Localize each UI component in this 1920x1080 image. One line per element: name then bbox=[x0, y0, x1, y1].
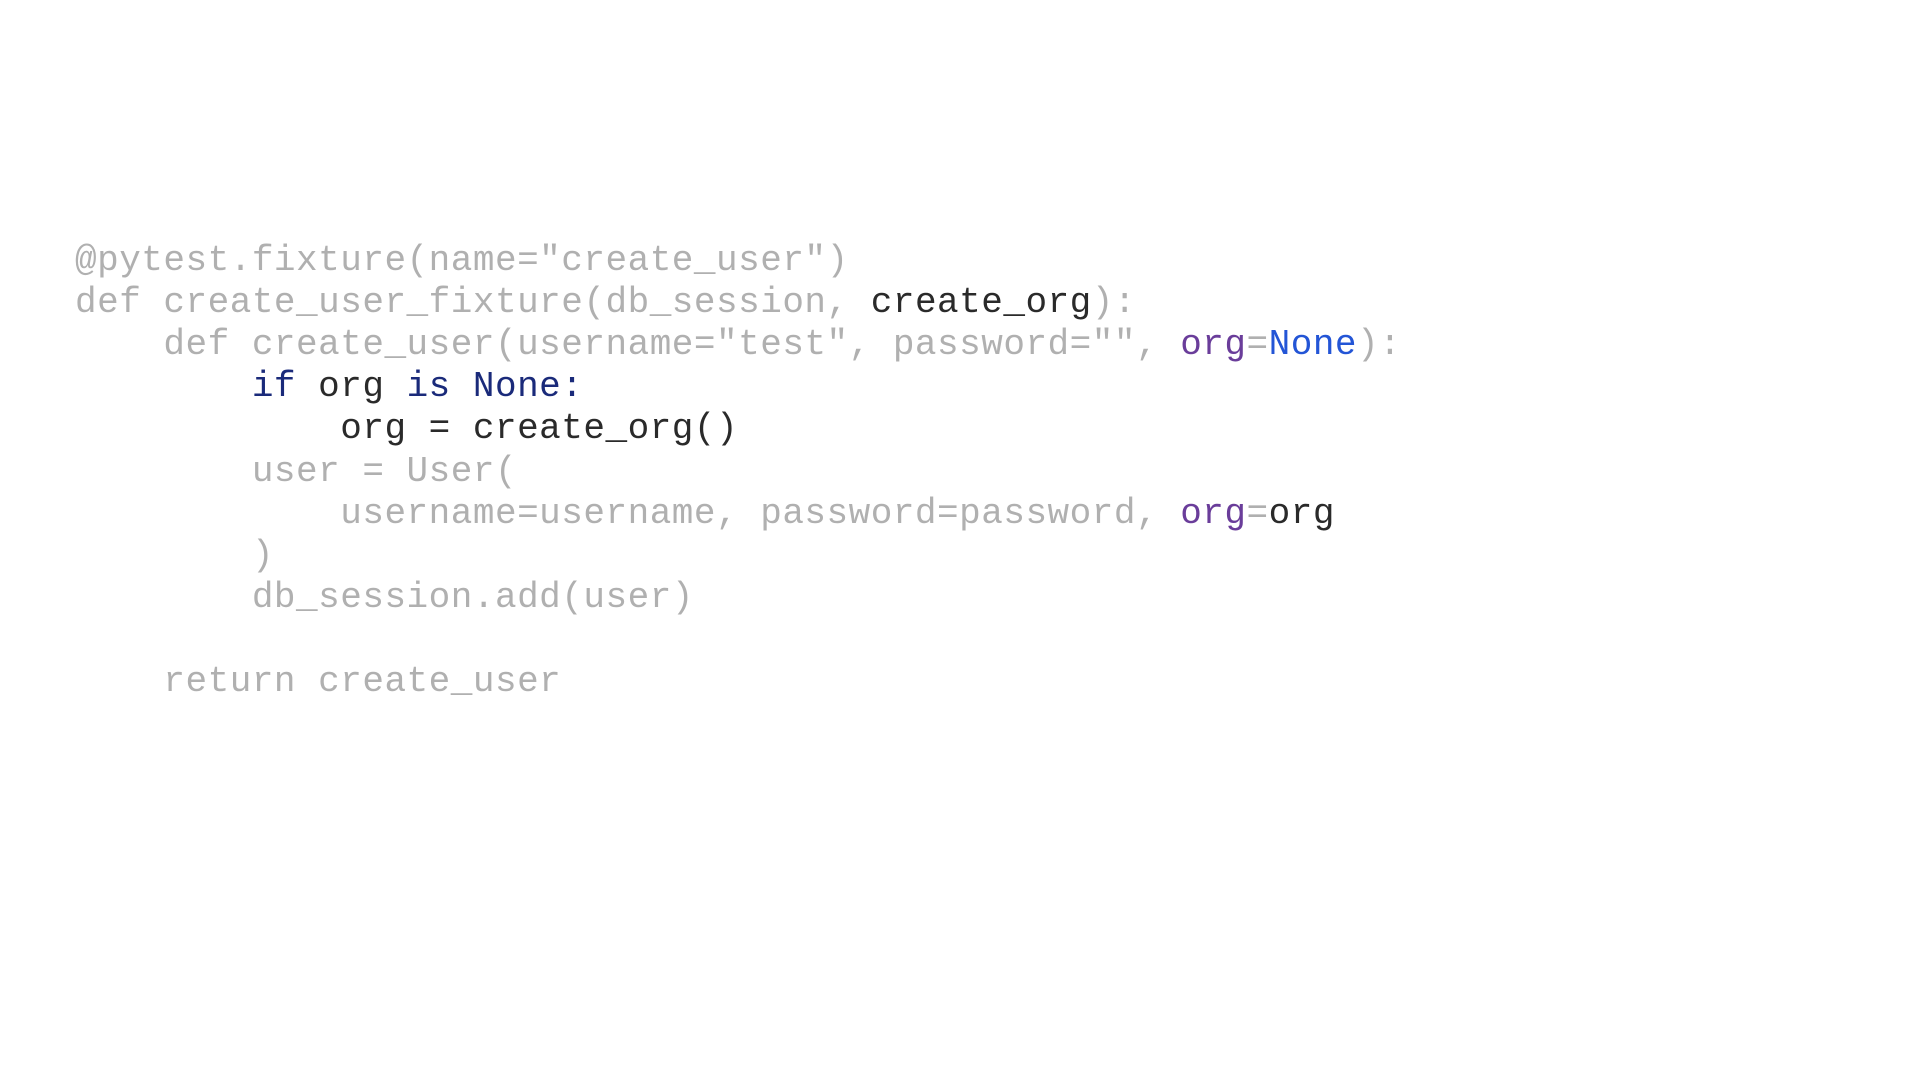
code-line-11: return create_user bbox=[75, 661, 561, 702]
code-line-9: db_session.add(user) bbox=[75, 577, 694, 618]
code-line-6: user = User( bbox=[75, 451, 517, 492]
code-line-3: def create_user(username="test", passwor… bbox=[75, 324, 1401, 365]
code-line-5: org = create_org() bbox=[75, 408, 738, 449]
code-line-7: username=username, password=password, or… bbox=[75, 493, 1335, 534]
code-block: @pytest.fixture(name="create_user") def … bbox=[75, 240, 1401, 703]
code-line-4: if org is None: bbox=[75, 366, 583, 407]
code-line-1: @pytest.fixture(name="create_user") bbox=[75, 240, 849, 281]
code-line-2: def create_user_fixture(db_session, crea… bbox=[75, 282, 1136, 323]
code-line-8: ) bbox=[75, 535, 274, 576]
